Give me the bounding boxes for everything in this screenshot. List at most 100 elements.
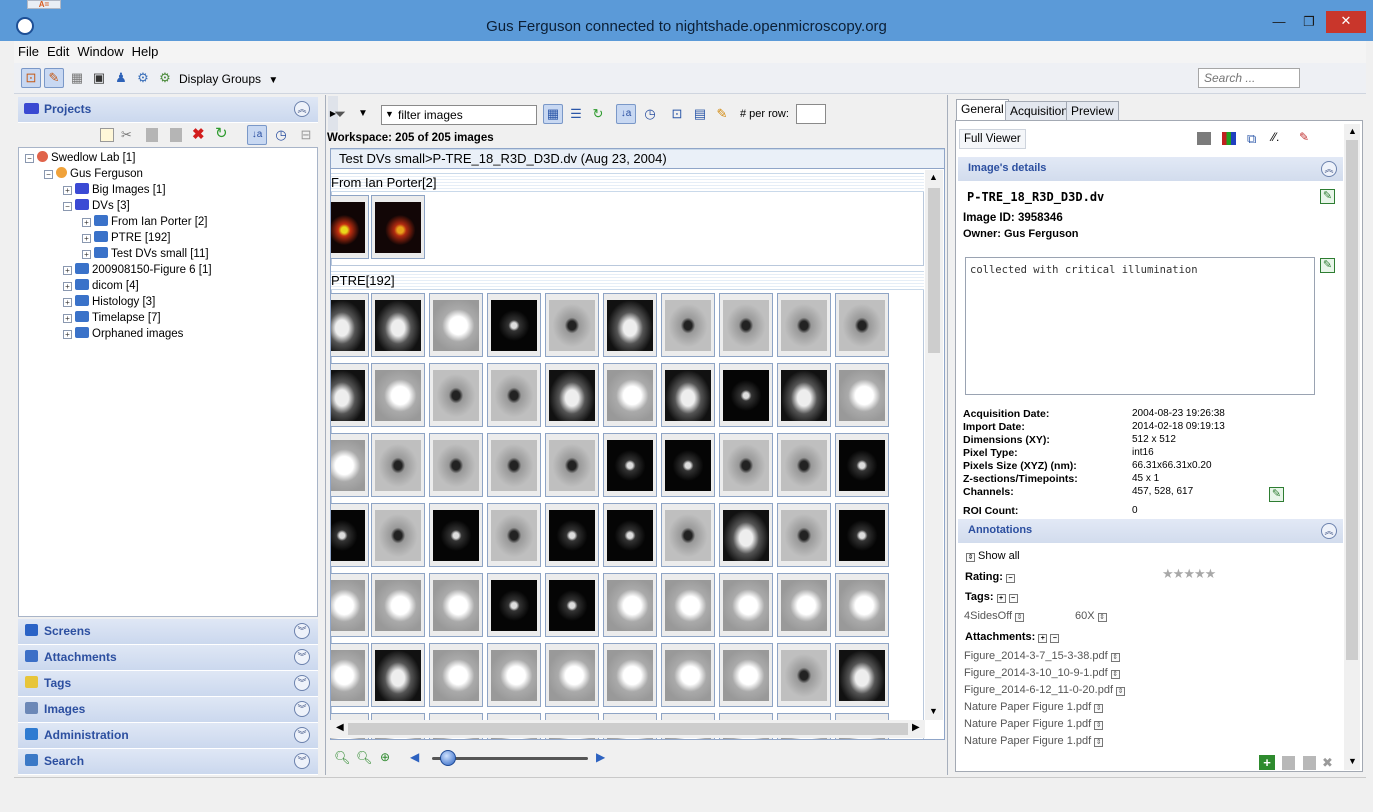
description-box[interactable]: collected with critical illumination xyxy=(965,257,1315,395)
image-thumbnail[interactable] xyxy=(487,643,541,707)
zoom-in-icon[interactable]: 🔍︎ xyxy=(356,750,373,766)
browse-mode-icon[interactable]: ⊡ xyxy=(21,68,41,88)
section-images-header[interactable]: Images ︾ xyxy=(18,697,318,723)
image-thumbnail[interactable] xyxy=(603,503,657,567)
tab-acquisition[interactable]: Acquisition xyxy=(1005,101,1074,120)
image-thumbnail[interactable] xyxy=(545,433,599,497)
image-thumbnail[interactable] xyxy=(719,293,773,357)
image-thumbnail[interactable] xyxy=(603,433,657,497)
image-thumbnail[interactable] xyxy=(661,643,715,707)
collapse-icon[interactable]: ︽ xyxy=(294,101,310,117)
image-thumbnail[interactable] xyxy=(835,573,889,637)
sort-icon[interactable]: ↓a xyxy=(247,125,267,145)
section-attachments-header[interactable]: Attachments ︾ xyxy=(18,645,318,671)
add-attachment-icon[interactable]: + xyxy=(1038,634,1048,643)
sort-by-date-icon[interactable]: ◷ xyxy=(271,125,291,145)
image-thumbnail[interactable] xyxy=(429,503,483,567)
annotate-icon[interactable]: ✎ xyxy=(712,104,732,124)
image-thumbnail[interactable] xyxy=(371,573,425,637)
image-thumbnail[interactable] xyxy=(777,293,831,357)
tree-node[interactable]: Big Images [1] xyxy=(75,182,166,198)
image-thumbnail[interactable] xyxy=(545,643,599,707)
tree-node[interactable]: Histology [3] xyxy=(75,294,155,310)
image-thumbnail[interactable] xyxy=(331,195,369,259)
delete-icon[interactable]: ✖ xyxy=(192,125,205,143)
horizontal-scroll-thumb[interactable] xyxy=(348,723,908,735)
zoom-out-icon[interactable]: 🔍︎ xyxy=(334,750,351,766)
thumbnail-view-icon[interactable]: ▦ xyxy=(543,104,563,124)
image-thumbnail[interactable] xyxy=(429,433,483,497)
image-thumbnail[interactable] xyxy=(603,363,657,427)
previous-arrow-icon[interactable]: ◀ xyxy=(410,750,419,764)
image-thumbnail[interactable] xyxy=(331,433,369,497)
edit-name-icon[interactable]: ✎ xyxy=(1320,189,1335,204)
magnify-icon[interactable]: ⊡ xyxy=(667,104,687,124)
attachment-item[interactable]: Figure_2014-6-12_11-0-20.pdf ⇕ xyxy=(964,684,1126,696)
attachment-menu-icon[interactable]: ⇕ xyxy=(1110,653,1120,662)
group-header-from-ian-porter[interactable]: From Ian Porter[2] xyxy=(331,173,924,192)
attachment-menu-icon[interactable]: ⇕ xyxy=(1094,721,1104,730)
image-thumbnail[interactable] xyxy=(661,293,715,357)
image-thumbnail[interactable] xyxy=(777,433,831,497)
paste-icon[interactable] xyxy=(170,128,182,142)
maximize-button[interactable]: ❐ xyxy=(1296,12,1322,32)
right-scroll-up-icon[interactable]: ▲ xyxy=(1348,126,1357,136)
attachment-menu-icon[interactable]: ⇕ xyxy=(1094,704,1104,713)
search-input[interactable] xyxy=(1198,68,1300,88)
filter-images-input[interactable]: ▼ filter images xyxy=(381,105,537,125)
edit-description-icon[interactable]: ✎ xyxy=(1320,258,1335,273)
tree-toggle-icon[interactable]: + xyxy=(63,282,72,291)
tree-node[interactable]: dicom [4] xyxy=(75,278,139,294)
rating-stars[interactable]: ★★★★★ xyxy=(1162,566,1217,582)
zoom-slider-thumb[interactable] xyxy=(439,750,456,766)
copy-icon[interactable] xyxy=(146,128,158,142)
grid-view-icon[interactable]: ▦ xyxy=(67,68,87,88)
close-button[interactable]: ✕ xyxy=(1326,11,1366,33)
remove-tag-icon[interactable]: − xyxy=(1008,594,1018,603)
right-scroll-down-icon[interactable]: ▼ xyxy=(1348,756,1357,766)
cut-icon[interactable]: ✂ xyxy=(121,127,132,143)
menu-help[interactable]: Help xyxy=(128,41,163,59)
image-thumbnail[interactable] xyxy=(371,195,425,259)
tree-node[interactable]: Swedlow Lab [1] xyxy=(37,150,135,166)
image-thumbnail[interactable] xyxy=(835,293,889,357)
image-thumbnail[interactable] xyxy=(661,433,715,497)
tree-toggle-icon[interactable]: + xyxy=(63,266,72,275)
image-thumbnail[interactable] xyxy=(835,433,889,497)
attachment-item[interactable]: Nature Paper Figure 1.pdf ⇕ xyxy=(964,701,1104,713)
section-tags-header[interactable]: Tags ︾ xyxy=(18,671,318,697)
tree-toggle-icon[interactable]: + xyxy=(82,234,91,243)
analysis-icon[interactable]: ⁄⁄. xyxy=(1272,130,1279,144)
image-thumbnail[interactable] xyxy=(719,503,773,567)
tag-menu-icon[interactable]: ⇕ xyxy=(1097,613,1107,622)
filter-icon[interactable]: ⏷ xyxy=(334,106,346,123)
annotations-header[interactable]: Annotations ︽ xyxy=(958,519,1343,543)
image-thumbnail[interactable] xyxy=(545,363,599,427)
image-thumbnail[interactable] xyxy=(487,573,541,637)
tag-menu-icon[interactable]: ⇕ xyxy=(1015,613,1025,622)
attachment-item[interactable]: Figure_2014-3-7_15-3-38.pdf ⇕ xyxy=(964,650,1120,662)
image-thumbnail[interactable] xyxy=(603,573,657,637)
tree-toggle-icon[interactable]: − xyxy=(63,202,72,211)
image-thumbnail[interactable] xyxy=(371,503,425,567)
image-thumbnail[interactable] xyxy=(719,573,773,637)
image-thumbnail[interactable] xyxy=(487,433,541,497)
expand-icon[interactable]: ︾ xyxy=(294,649,310,665)
attachment-menu-icon[interactable]: ⇕ xyxy=(1116,687,1126,696)
full-viewer-button[interactable]: Full Viewer xyxy=(959,129,1026,149)
user-icon[interactable]: ♟ xyxy=(111,68,131,88)
group-settings-icon[interactable]: ⚙ xyxy=(133,68,153,88)
image-thumbnail[interactable] xyxy=(331,573,369,637)
projects-section-header[interactable]: Projects ︽ xyxy=(18,97,318,123)
image-thumbnail[interactable] xyxy=(835,503,889,567)
filter-dropdown-icon[interactable]: ▼ xyxy=(358,108,368,119)
tag-4sidesoff[interactable]: 4SidesOff ⇕ xyxy=(964,610,1025,622)
display-groups-button[interactable]: Display Groups ▼ xyxy=(179,72,278,86)
tab-preview[interactable]: Preview xyxy=(1066,101,1119,120)
collapse-details-icon[interactable]: ︽ xyxy=(1321,161,1337,177)
star-icon[interactable]: ★ xyxy=(1205,566,1217,581)
image-thumbnail[interactable] xyxy=(487,293,541,357)
tree-toggle-icon[interactable]: + xyxy=(82,218,91,227)
image-thumbnail[interactable] xyxy=(661,363,715,427)
image-thumbnail[interactable] xyxy=(429,643,483,707)
